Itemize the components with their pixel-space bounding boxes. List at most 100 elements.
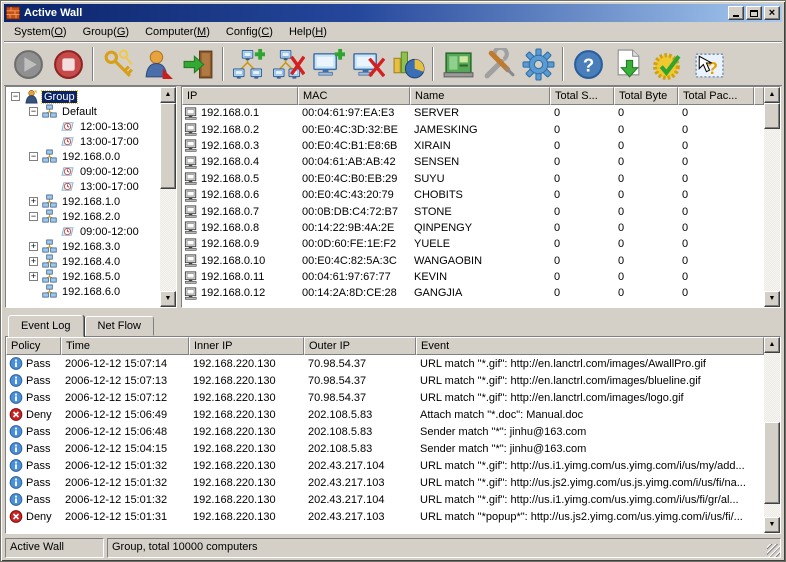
toolbar-logout-button[interactable] xyxy=(178,45,218,83)
title-bar[interactable]: Active Wall × xyxy=(4,4,782,22)
toolbar-keys-button[interactable] xyxy=(98,45,138,83)
event-row[interactable]: Deny2006-12-12 15:06:49192.168.220.13020… xyxy=(6,406,764,423)
scrollbar-thumb[interactable] xyxy=(764,422,780,504)
event-row[interactable]: Pass2006-12-12 15:01:32192.168.220.13020… xyxy=(6,474,764,491)
toolbar-start-button[interactable] xyxy=(8,45,48,83)
tab-event-log[interactable]: Event Log xyxy=(8,315,84,337)
toolbar-user-button[interactable] xyxy=(138,45,178,83)
tree-item-group[interactable]: −Group xyxy=(8,89,160,104)
scroll-down-icon[interactable]: ▼ xyxy=(764,291,780,307)
table-row[interactable]: 192.168.0.100:04:61:97:EA:E3SERVER000 xyxy=(182,105,764,121)
event-row[interactable]: Pass2006-12-12 15:07:14192.168.220.13070… xyxy=(6,355,764,372)
tree-item-label: 192.168.2.0 xyxy=(60,211,122,223)
menu-system-o[interactable]: System(O) xyxy=(6,24,75,40)
scrollbar-thumb[interactable] xyxy=(764,103,780,129)
toolbar-statistics-button[interactable] xyxy=(388,45,428,83)
tree-item-12-00-13-00[interactable]: 12:00-13:00 xyxy=(8,119,160,134)
event-row[interactable]: Pass2006-12-12 15:06:48192.168.220.13020… xyxy=(6,423,764,440)
close-button[interactable]: × xyxy=(764,6,780,20)
tree-expander-icon[interactable]: − xyxy=(11,92,20,101)
event-row[interactable]: Pass2006-12-12 15:07:13192.168.220.13070… xyxy=(6,372,764,389)
resize-grip[interactable] xyxy=(767,544,780,557)
scroll-down-icon[interactable]: ▼ xyxy=(160,291,176,307)
table-row[interactable]: 192.168.0.800:14:22:9B:4A:2EQINPENGY000 xyxy=(182,220,764,236)
toolbar-help-button[interactable] xyxy=(568,45,608,83)
minimize-button[interactable] xyxy=(728,6,744,20)
tree-item-192-168-5-0[interactable]: +192.168.5.0 xyxy=(8,269,160,284)
event-row[interactable]: Pass2006-12-12 15:01:32192.168.220.13020… xyxy=(6,457,764,474)
scroll-up-icon[interactable]: ▲ xyxy=(764,337,780,353)
tree-expander-icon[interactable]: − xyxy=(29,107,38,116)
maximize-button[interactable] xyxy=(746,6,762,20)
tree-expander-icon[interactable]: − xyxy=(29,152,38,161)
toolbar-settings-button[interactable] xyxy=(518,45,558,83)
table-row[interactable]: 192.168.0.1200:14:2A:8D:CE:28GANGJIA000 xyxy=(182,285,764,301)
tree-expander-icon[interactable]: + xyxy=(29,272,38,281)
toolbar-add-group-button[interactable] xyxy=(228,45,268,83)
tree-expander-icon[interactable]: + xyxy=(29,242,38,251)
menu-group-g[interactable]: Group(G) xyxy=(75,24,137,40)
toolbar-stop-button[interactable] xyxy=(48,45,88,83)
toolbar-delete-group-button[interactable] xyxy=(268,45,308,83)
table-row[interactable]: 192.168.0.900:0D:60:FE:1E:F2YUELE000 xyxy=(182,236,764,252)
column-header-inner-ip[interactable]: Inner IP xyxy=(189,337,304,355)
table-row[interactable]: 192.168.0.200:E0:4C:3D:32:BEJAMESKING000 xyxy=(182,121,764,137)
event-log-list: Pass2006-12-12 15:07:14192.168.220.13070… xyxy=(6,355,764,533)
tree-vertical-scrollbar[interactable]: ▲ ▼ xyxy=(160,87,176,307)
column-header-name[interactable]: Name xyxy=(410,87,550,105)
toolbar-tools-button[interactable] xyxy=(478,45,518,83)
toolbar-add-computer-button[interactable] xyxy=(308,45,348,83)
scrollbar-thumb[interactable] xyxy=(160,103,176,189)
toolbar-export-log-button[interactable] xyxy=(608,45,648,83)
tree-item-13-00-17-00[interactable]: 13:00-17:00 xyxy=(8,134,160,149)
tree-item-192-168-6-0[interactable]: 192.168.6.0 xyxy=(8,284,160,299)
tree-item-192-168-3-0[interactable]: +192.168.3.0 xyxy=(8,239,160,254)
tree-item-default[interactable]: −Default xyxy=(8,104,160,119)
column-header-total-s[interactable]: Total S... xyxy=(550,87,614,105)
event-row[interactable]: Pass2006-12-12 15:01:32192.168.220.13020… xyxy=(6,491,764,508)
menu-config-c[interactable]: Config(C) xyxy=(218,24,281,40)
tree-item-09-00-12-00[interactable]: 09:00-12:00 xyxy=(8,224,160,239)
tree-expander-icon[interactable]: + xyxy=(29,257,38,266)
toolbar-devices-button[interactable] xyxy=(438,45,478,83)
table-row[interactable]: 192.168.0.1000:E0:4C:82:5A:3CWANGAOBIN00… xyxy=(182,253,764,269)
table-row[interactable]: 192.168.0.1100:04:61:97:67:77KEVIN000 xyxy=(182,269,764,285)
tree-item-192-168-0-0[interactable]: −192.168.0.0 xyxy=(8,149,160,164)
tree-item-192-168-1-0[interactable]: +192.168.1.0 xyxy=(8,194,160,209)
table-row[interactable]: 192.168.0.700:0B:DB:C4:72:B7STONE000 xyxy=(182,203,764,219)
menu-help-h[interactable]: Help(H) xyxy=(281,24,335,40)
tree-expander-icon[interactable]: + xyxy=(29,197,38,206)
column-header-total-pac[interactable]: Total Pac... xyxy=(678,87,754,105)
tree-item-13-00-17-00[interactable]: 13:00-17:00 xyxy=(8,179,160,194)
table-row[interactable]: 192.168.0.300:E0:4C:B1:E8:6BXIRAIN000 xyxy=(182,138,764,154)
scroll-up-icon[interactable]: ▲ xyxy=(160,87,176,103)
toolbar-delete-computer-button[interactable] xyxy=(348,45,388,83)
column-header-ip[interactable]: IP xyxy=(182,87,298,105)
column-header-time[interactable]: Time xyxy=(61,337,189,355)
column-header-policy[interactable]: Policy xyxy=(6,337,61,355)
table-row[interactable]: 192.168.0.500:E0:4C:B0:EB:29SUYU000 xyxy=(182,171,764,187)
toolbar-register-button[interactable] xyxy=(648,45,688,83)
logout-icon xyxy=(182,48,215,81)
tab-net-flow[interactable]: Net Flow xyxy=(85,316,154,336)
event-description: Sender match "*": jinhu@163.com xyxy=(416,426,764,438)
tree-item-192-168-4-0[interactable]: +192.168.4.0 xyxy=(8,254,160,269)
column-header-outer-ip[interactable]: Outer IP xyxy=(304,337,416,355)
column-header-mac[interactable]: MAC xyxy=(298,87,410,105)
event-row[interactable]: Pass2006-12-12 15:07:12192.168.220.13070… xyxy=(6,389,764,406)
tree-item-09-00-12-00[interactable]: 09:00-12:00 xyxy=(8,164,160,179)
toolbar-context-help-button[interactable] xyxy=(688,45,728,83)
column-header-event[interactable]: Event xyxy=(416,337,764,355)
tree-expander-icon[interactable]: − xyxy=(29,212,38,221)
column-header-total-byte[interactable]: Total Byte xyxy=(614,87,678,105)
scroll-down-icon[interactable]: ▼ xyxy=(764,517,780,533)
event-row[interactable]: Deny2006-12-12 15:01:31192.168.220.13020… xyxy=(6,508,764,525)
table-row[interactable]: 192.168.0.600:E0:4C:43:20:79CHOBITS000 xyxy=(182,187,764,203)
computer-list-vertical-scrollbar[interactable]: ▲ ▼ xyxy=(764,87,780,307)
event-row[interactable]: Pass2006-12-12 15:04:15192.168.220.13020… xyxy=(6,440,764,457)
event-log-vertical-scrollbar[interactable]: ▲ ▼ xyxy=(764,337,780,533)
menu-computer-m[interactable]: Computer(M) xyxy=(137,24,218,40)
tree-item-192-168-2-0[interactable]: − 192.168.2.0 xyxy=(8,209,160,224)
table-row[interactable]: 192.168.0.400:04:61:AB:AB:42SENSEN000 xyxy=(182,154,764,170)
scroll-up-icon[interactable]: ▲ xyxy=(764,87,780,103)
